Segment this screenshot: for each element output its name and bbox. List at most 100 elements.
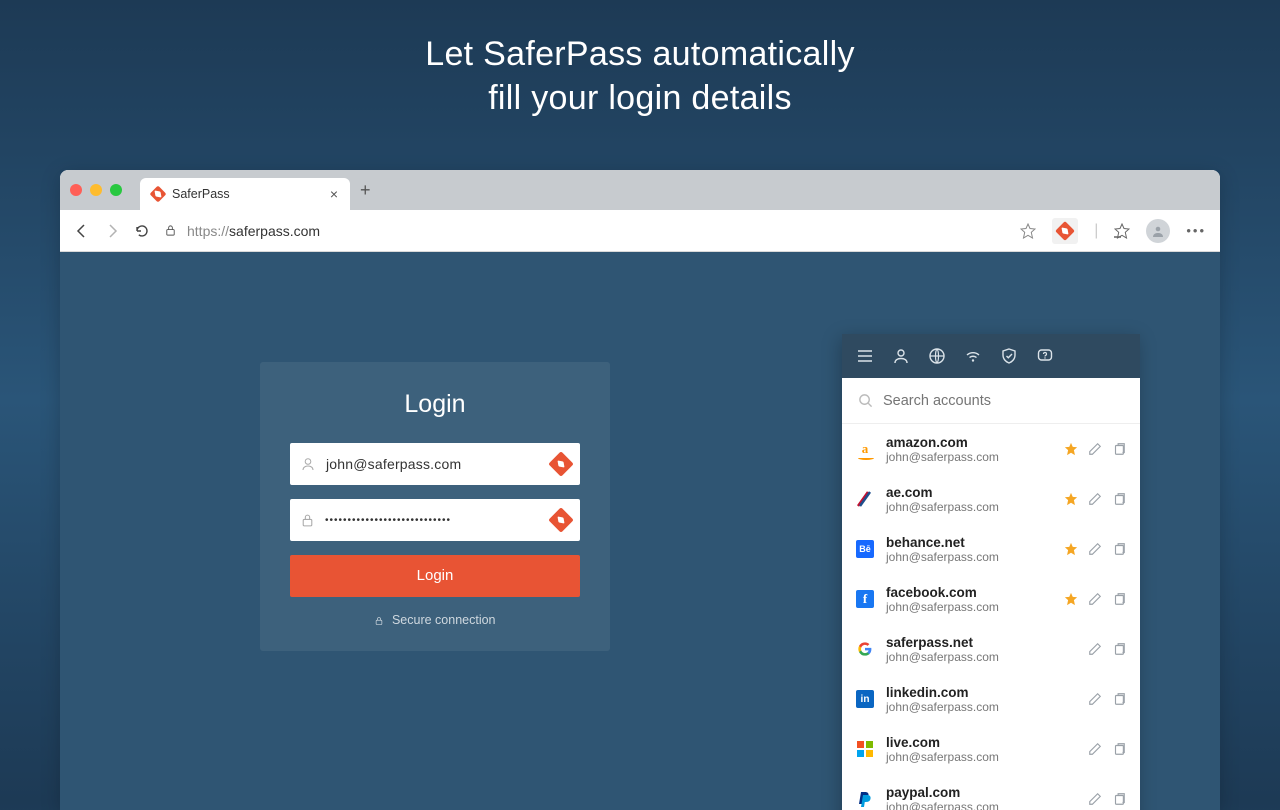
account-row[interactable]: in linkedin.comjohn@saferpass.com — [842, 674, 1140, 724]
page-content: Login john@saferpass.com •••••••••••••••… — [60, 252, 1220, 810]
account-user: john@saferpass.com — [886, 600, 1052, 614]
browser-window: SaferPass × + https://saferpass.com — [60, 170, 1220, 810]
copy-icon[interactable] — [1112, 542, 1126, 556]
lock-icon — [300, 513, 315, 528]
google-icon — [856, 640, 874, 658]
account-site: ae.com — [886, 485, 1052, 500]
star-icon[interactable] — [1064, 442, 1078, 456]
saferpass-extension-button[interactable] — [1052, 218, 1078, 244]
amazon-icon: a — [856, 440, 874, 458]
search-icon — [858, 393, 873, 408]
account-site: amazon.com — [886, 435, 1052, 450]
url-field[interactable]: https://saferpass.com — [164, 223, 1006, 239]
wifi-icon[interactable] — [964, 347, 982, 365]
account-site: facebook.com — [886, 585, 1052, 600]
edit-icon[interactable] — [1088, 742, 1102, 756]
email-value: john@saferpass.com — [326, 456, 552, 472]
close-tab-icon[interactable]: × — [330, 186, 338, 202]
saferpass-autofill-icon[interactable] — [552, 511, 570, 529]
password-value: •••••••••••••••••••••••••••• — [325, 515, 552, 526]
facebook-icon: f — [856, 590, 874, 608]
extension-popup: aamazon.comjohn@saferpass.comae.comjohn@… — [842, 334, 1140, 810]
shield-icon[interactable] — [1000, 347, 1018, 365]
back-button[interactable] — [74, 223, 90, 239]
globe-icon[interactable] — [928, 347, 946, 365]
star-icon[interactable] — [1064, 492, 1078, 506]
account-site: paypal.com — [886, 785, 1076, 800]
address-bar: https://saferpass.com | ••• — [60, 210, 1220, 252]
copy-icon[interactable] — [1112, 492, 1126, 506]
popup-toolbar — [842, 334, 1140, 378]
accounts-list: aamazon.comjohn@saferpass.comae.comjohn@… — [842, 424, 1140, 810]
favorites-icon[interactable] — [1114, 223, 1130, 239]
forward-button[interactable] — [104, 223, 120, 239]
lock-icon — [164, 224, 177, 237]
window-controls[interactable] — [70, 184, 122, 196]
account-row[interactable]: Bē behance.netjohn@saferpass.com — [842, 524, 1140, 574]
account-site: live.com — [886, 735, 1076, 750]
star-icon[interactable] — [1064, 542, 1078, 556]
edit-icon[interactable] — [1088, 642, 1102, 656]
account-row[interactable]: a amazon.comjohn@saferpass.com — [842, 424, 1140, 474]
account-site: behance.net — [886, 535, 1052, 550]
star-icon[interactable] — [1064, 592, 1078, 606]
account-user: john@saferpass.com — [886, 450, 1052, 464]
account-user: john@saferpass.com — [886, 550, 1052, 564]
search-row — [842, 378, 1140, 424]
copy-icon[interactable] — [1112, 642, 1126, 656]
account-user: john@saferpass.com — [886, 800, 1076, 810]
linkedin-icon: in — [856, 690, 874, 708]
login-button[interactable]: Login — [290, 555, 580, 597]
edit-icon[interactable] — [1088, 492, 1102, 506]
account-user: john@saferpass.com — [886, 700, 1076, 714]
minimize-window-icon[interactable] — [90, 184, 102, 196]
bookmark-star-icon[interactable] — [1020, 223, 1036, 239]
behance-icon: Bē — [856, 540, 874, 558]
ae-icon — [856, 490, 874, 508]
browser-tab[interactable]: SaferPass × — [140, 178, 350, 210]
tab-title: SaferPass — [172, 187, 230, 201]
email-field[interactable]: john@saferpass.com — [290, 443, 580, 485]
user-icon — [300, 456, 316, 472]
account-site: linkedin.com — [886, 685, 1076, 700]
copy-icon[interactable] — [1112, 742, 1126, 756]
promo-headline: Let SaferPass automatically fill your lo… — [0, 0, 1280, 120]
edit-icon[interactable] — [1088, 592, 1102, 606]
tab-bar: SaferPass × + — [60, 170, 1220, 210]
copy-icon[interactable] — [1112, 792, 1126, 806]
account-row[interactable]: paypal.comjohn@saferpass.com — [842, 774, 1140, 810]
maximize-window-icon[interactable] — [110, 184, 122, 196]
account-row[interactable]: live.comjohn@saferpass.com — [842, 724, 1140, 774]
password-field[interactable]: •••••••••••••••••••••••••••• — [290, 499, 580, 541]
menu-icon[interactable] — [856, 347, 874, 365]
close-window-icon[interactable] — [70, 184, 82, 196]
saferpass-autofill-icon[interactable] — [552, 455, 570, 473]
account-user: john@saferpass.com — [886, 650, 1076, 664]
account-row[interactable]: f facebook.comjohn@saferpass.com — [842, 574, 1140, 624]
edit-icon[interactable] — [1088, 792, 1102, 806]
url-text: https://saferpass.com — [187, 223, 320, 239]
secure-connection-label: Secure connection — [290, 613, 580, 627]
account-row[interactable]: saferpass.netjohn@saferpass.com — [842, 624, 1140, 674]
account-site: saferpass.net — [886, 635, 1076, 650]
login-card: Login john@saferpass.com •••••••••••••••… — [260, 362, 610, 651]
more-menu-icon[interactable]: ••• — [1186, 223, 1206, 238]
copy-icon[interactable] — [1112, 592, 1126, 606]
account-row[interactable]: ae.comjohn@saferpass.com — [842, 474, 1140, 524]
account-user: john@saferpass.com — [886, 750, 1076, 764]
profile-avatar[interactable] — [1146, 219, 1170, 243]
profile-icon[interactable] — [892, 347, 910, 365]
new-tab-button[interactable]: + — [360, 180, 371, 201]
refresh-button[interactable] — [134, 223, 150, 239]
paypal-icon — [856, 790, 874, 808]
login-title: Login — [290, 390, 580, 419]
search-input[interactable] — [883, 393, 1124, 409]
copy-icon[interactable] — [1112, 442, 1126, 456]
edit-icon[interactable] — [1088, 442, 1102, 456]
copy-icon[interactable] — [1112, 692, 1126, 706]
saferpass-icon — [152, 188, 164, 200]
account-user: john@saferpass.com — [886, 500, 1052, 514]
edit-icon[interactable] — [1088, 692, 1102, 706]
help-icon[interactable] — [1036, 347, 1054, 365]
edit-icon[interactable] — [1088, 542, 1102, 556]
